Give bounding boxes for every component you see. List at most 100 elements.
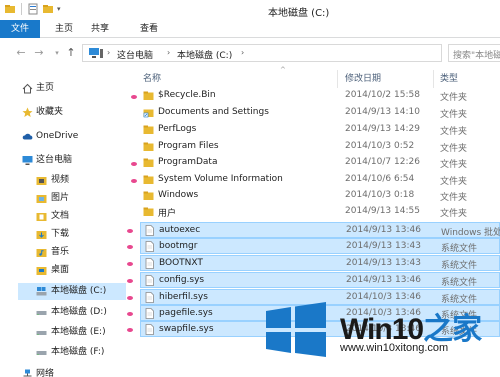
column-header-date[interactable]: 修改日期 bbox=[345, 70, 430, 88]
tab-file[interactable]: 文件 bbox=[0, 20, 40, 38]
file-name: Windows bbox=[158, 190, 199, 200]
column-divider[interactable] bbox=[337, 70, 338, 88]
explorer-icon[interactable] bbox=[4, 3, 16, 15]
annotation-mark bbox=[127, 245, 133, 249]
nav-item-favorites[interactable]: 收藏夹 bbox=[22, 104, 122, 121]
table-row[interactable]: $Recycle.Bin 2014/10/2 15:58 文件夹 bbox=[140, 88, 500, 104]
annotation-mark bbox=[127, 279, 133, 283]
table-row[interactable]: Windows 2014/10/3 0:18 文件夹 bbox=[140, 188, 500, 204]
nav-item-network[interactable]: 网络 bbox=[22, 366, 122, 377]
annotation-mark bbox=[127, 229, 133, 233]
tab-share[interactable]: 共享 bbox=[83, 20, 117, 38]
file-type: 文件夹 bbox=[440, 93, 468, 103]
nav-item-drive-c[interactable]: 本地磁盘 (C:) bbox=[18, 283, 126, 300]
file-type: 文件夹 bbox=[440, 177, 468, 187]
table-row[interactable]: 用户 2014/9/13 14:55 文件夹 bbox=[140, 204, 500, 220]
file-date: 2014/10/7 12:26 bbox=[345, 157, 420, 167]
file-date: 2014/10/3 0:52 bbox=[345, 141, 415, 151]
address-row: ← → ▾ ↑ › 这台电脑 › 本地磁盘 (C:) › 搜索"本地磁盘... bbox=[0, 38, 500, 68]
file-date: 2014/10/6 6:54 bbox=[345, 174, 415, 184]
folder-shortcut-icon bbox=[143, 107, 154, 118]
folder-icon bbox=[143, 141, 154, 152]
file-date: 2014/9/13 14:29 bbox=[345, 124, 420, 134]
column-header-name[interactable]: 名称 bbox=[143, 70, 333, 88]
nav-item-home[interactable]: 主页 bbox=[22, 80, 122, 97]
column-header-type[interactable]: 类型 bbox=[440, 70, 500, 88]
file-type: 文件夹 bbox=[440, 127, 468, 137]
column-divider[interactable] bbox=[433, 70, 434, 88]
nav-item-documents[interactable]: 文档 bbox=[36, 208, 122, 225]
watermark-url: www.win10xitong.com bbox=[340, 342, 449, 354]
annotation-mark bbox=[127, 312, 133, 316]
table-row[interactable]: bootmgr 2014/9/13 13:43 系统文件 bbox=[140, 238, 500, 254]
nav-item-downloads[interactable]: 下载 bbox=[36, 226, 122, 243]
nav-item-this-pc[interactable]: 这台电脑 bbox=[22, 152, 122, 169]
file-icon bbox=[144, 275, 155, 286]
file-date: 2014/9/13 13:46 bbox=[346, 225, 421, 235]
file-name: System Volume Information bbox=[158, 174, 283, 184]
documents-folder-icon bbox=[36, 211, 47, 222]
drive-icon bbox=[36, 347, 47, 358]
table-row[interactable]: config.sys 2014/9/13 13:46 系统文件 bbox=[140, 272, 500, 288]
downloads-folder-icon bbox=[36, 229, 47, 240]
table-row[interactable]: Program Files 2014/10/3 0:52 文件夹 bbox=[140, 139, 500, 155]
nav-item-drive-f[interactable]: 本地磁盘 (F:) bbox=[36, 344, 122, 361]
table-row[interactable]: System Volume Information 2014/10/6 6:54 文… bbox=[140, 172, 500, 188]
folder-icon bbox=[143, 157, 154, 168]
window-title: 本地磁盘 (C:) bbox=[268, 8, 330, 19]
address-bar[interactable]: › 这台电脑 › 本地磁盘 (C:) › bbox=[82, 44, 442, 62]
back-button[interactable]: ← bbox=[14, 46, 28, 60]
arrow-left-icon: ← bbox=[16, 46, 26, 59]
annotation-mark bbox=[131, 162, 137, 166]
drive-icon bbox=[36, 307, 47, 318]
star-icon bbox=[22, 107, 33, 118]
file-name: hiberfil.sys bbox=[159, 292, 208, 302]
file-type: 文件夹 bbox=[440, 160, 468, 170]
search-input[interactable]: 搜索"本地磁盘... bbox=[448, 44, 500, 62]
nav-item-desktop[interactable]: 桌面 bbox=[36, 262, 122, 279]
new-folder-icon[interactable] bbox=[42, 3, 54, 15]
up-button[interactable]: ↑ bbox=[64, 46, 78, 60]
nav-item-drive-e[interactable]: 本地磁盘 (E:) bbox=[36, 324, 122, 341]
file-type: 系统文件 bbox=[441, 244, 478, 254]
recent-locations-button[interactable]: ▾ bbox=[50, 46, 64, 60]
properties-icon[interactable] bbox=[27, 3, 39, 15]
file-name: PerfLogs bbox=[158, 124, 197, 134]
breadcrumb-drive-c[interactable]: 本地磁盘 (C:) bbox=[177, 48, 232, 61]
file-type: 文件夹 bbox=[440, 193, 468, 203]
file-date: 2014/9/13 13:43 bbox=[346, 258, 421, 268]
breadcrumb-separator-icon[interactable]: › bbox=[107, 48, 110, 57]
computer-icon bbox=[22, 155, 33, 166]
nav-item-drive-d[interactable]: 本地磁盘 (D:) bbox=[36, 304, 122, 321]
forward-button[interactable]: → bbox=[32, 46, 46, 60]
arrow-up-icon: ↑ bbox=[66, 46, 76, 59]
breadcrumb-this-pc[interactable]: 这台电脑 bbox=[117, 48, 153, 61]
nav-item-onedrive[interactable]: OneDrive bbox=[22, 128, 122, 145]
drive-c-icon bbox=[36, 286, 47, 297]
table-row[interactable]: autoexec 2014/9/13 13:46 Windows 批处 bbox=[140, 222, 500, 238]
file-date: 2014/9/13 13:46 bbox=[346, 275, 421, 285]
windows-logo bbox=[266, 302, 326, 357]
pictures-folder-icon bbox=[36, 193, 47, 204]
file-date: 2014/9/13 14:55 bbox=[345, 206, 420, 216]
table-row[interactable]: ProgramData 2014/10/7 12:26 文件夹 bbox=[140, 155, 500, 171]
table-row[interactable]: Documents and Settings 2014/9/13 14:10 文件夹 bbox=[140, 105, 500, 121]
nav-item-music[interactable]: 音乐 bbox=[36, 244, 122, 261]
table-row[interactable]: BOOTNXT 2014/9/13 13:43 系统文件 bbox=[140, 255, 500, 271]
nav-item-pictures[interactable]: 图片 bbox=[36, 190, 122, 207]
breadcrumb-separator-icon[interactable]: › bbox=[167, 48, 170, 57]
file-date: 2014/10/3 13:46 bbox=[346, 292, 421, 302]
folder-icon bbox=[143, 206, 154, 217]
annotation-mark bbox=[131, 179, 137, 183]
nav-item-videos[interactable]: 视频 bbox=[36, 172, 122, 189]
tab-home[interactable]: 主页 bbox=[47, 20, 81, 38]
file-name: $Recycle.Bin bbox=[158, 90, 216, 100]
annotation-mark bbox=[127, 328, 133, 332]
table-row[interactable]: PerfLogs 2014/9/13 14:29 文件夹 bbox=[140, 122, 500, 138]
file-icon bbox=[144, 241, 155, 252]
tab-view[interactable]: 查看 bbox=[132, 20, 166, 38]
chevron-down-icon[interactable]: ▾ bbox=[57, 5, 61, 13]
file-type: 系统文件 bbox=[441, 261, 478, 271]
file-date: 2014/10/3 0:18 bbox=[345, 190, 415, 200]
breadcrumb-separator-icon[interactable]: › bbox=[241, 48, 244, 57]
